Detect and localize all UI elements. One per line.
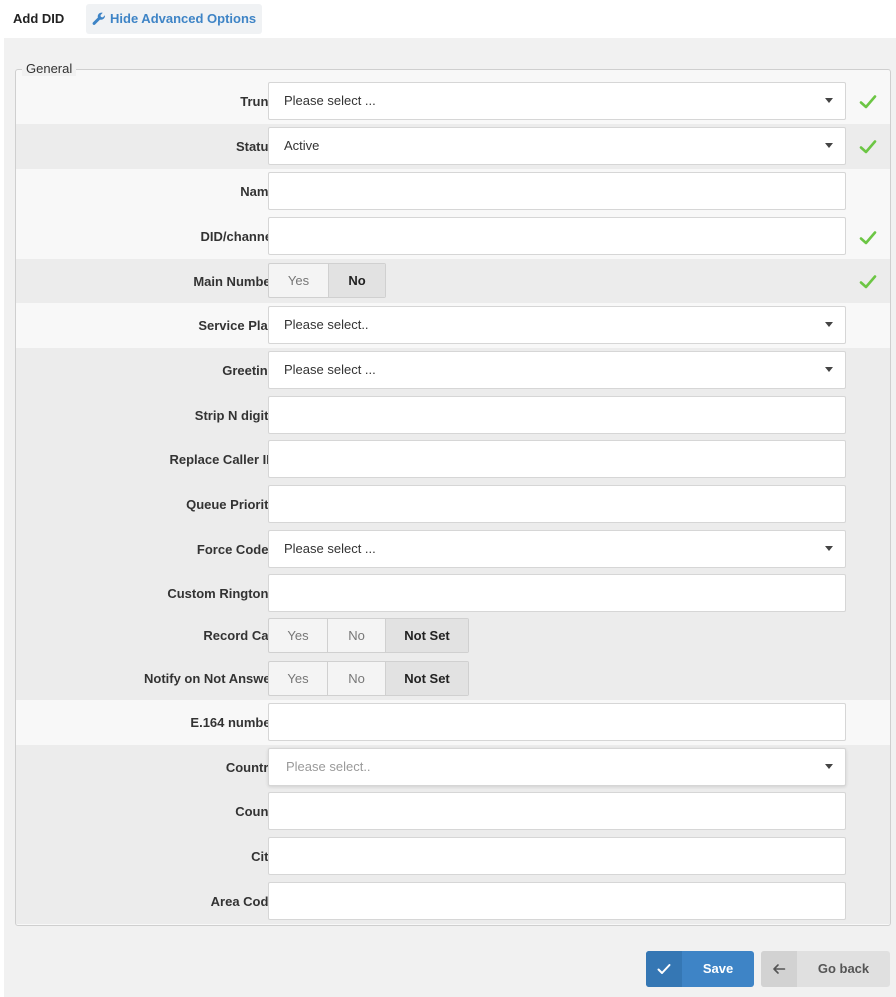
notify-not-answer-no[interactable]: No [328, 662, 386, 695]
notify-not-answer-label: Notify on Not Answer: [143, 671, 280, 686]
record-call-toggle: Yes No Not Set [268, 618, 469, 653]
hide-advanced-options-label: Hide Advanced Options [110, 11, 257, 26]
service-plan-select[interactable]: Please select.. [268, 306, 846, 344]
custom-ringtone-row: Custom Ringtone: [16, 571, 890, 616]
county-row: County [16, 789, 890, 834]
hide-advanced-options-link[interactable]: Hide Advanced Options [86, 4, 263, 34]
e164-number-input[interactable] [268, 703, 846, 741]
replace-caller-id-row: Replace Caller ID: [16, 437, 890, 482]
e164-number-row: E.164 number: [16, 700, 890, 745]
force-codec-select[interactable]: Please select ... [268, 530, 846, 568]
notify-not-answer-toggle: Yes No Not Set [268, 661, 469, 696]
main-number-toggle: Yes No [268, 263, 386, 298]
strip-n-digits-row: Strip N digits: [16, 393, 890, 438]
main-number-label: Main Number: [193, 274, 280, 289]
go-back-button[interactable]: Go back [761, 951, 890, 987]
record-call-yes[interactable]: Yes [269, 619, 328, 652]
strip-n-digits-input[interactable] [268, 396, 846, 434]
chevron-down-icon [825, 98, 833, 103]
e164-number-label: E.164 number: [190, 715, 280, 730]
check-icon [859, 275, 877, 289]
check-icon [859, 95, 877, 109]
service-plan-row: Service Plan: Please select.. [16, 303, 890, 348]
queue-priority-label: Queue Priority: [186, 497, 280, 512]
area-code-row: Area Code: [16, 879, 890, 924]
city-row: City: [16, 834, 890, 879]
notify-not-answer-row: Notify on Not Answer: Yes No Not Set [16, 657, 890, 700]
record-call-no[interactable]: No [328, 619, 386, 652]
chevron-down-icon [825, 764, 833, 769]
replace-caller-id-input[interactable] [268, 440, 846, 478]
custom-ringtone-label: Custom Ringtone: [167, 586, 280, 601]
city-input[interactable] [268, 837, 846, 875]
notify-not-answer-not-set[interactable]: Not Set [386, 662, 468, 695]
record-call-not-set[interactable]: Not Set [386, 619, 468, 652]
check-icon [859, 140, 877, 154]
check-icon [646, 951, 682, 987]
general-legend: General [22, 62, 77, 76]
go-back-button-label: Go back [817, 961, 870, 976]
main-number-row: Main Number: Yes No [16, 259, 890, 304]
chevron-down-icon [825, 546, 833, 551]
arrow-left-icon [761, 951, 797, 987]
custom-ringtone-input[interactable] [268, 574, 846, 612]
trunk-value: Please select ... [284, 93, 376, 108]
main-number-yes[interactable]: Yes [269, 264, 329, 297]
greeting-value: Please select ... [284, 362, 376, 377]
save-button[interactable]: Save [646, 951, 754, 987]
queue-priority-row: Queue Priority: [16, 482, 890, 527]
did-channel-row: DID/channel: [16, 214, 890, 259]
service-plan-value: Please select.. [284, 317, 369, 332]
wrench-icon [92, 12, 106, 26]
county-input[interactable] [268, 792, 846, 830]
status-row: Status: Active [16, 124, 890, 169]
replace-caller-id-label: Replace Caller ID: [169, 452, 280, 467]
country-row: Country: Please select.. [16, 745, 890, 790]
status-value: Active [284, 138, 320, 153]
trunk-row: Trunk: Please select ... [16, 79, 890, 124]
trunk-select[interactable]: Please select ... [268, 82, 846, 120]
record-call-row: Record Call: Yes No Not Set [16, 614, 890, 657]
name-row: Name: [16, 169, 890, 214]
chevron-down-icon [825, 322, 833, 327]
queue-priority-input[interactable] [268, 485, 846, 523]
notify-not-answer-yes[interactable]: Yes [269, 662, 328, 695]
save-button-label: Save [702, 961, 734, 976]
force-codec-value: Please select ... [284, 541, 376, 556]
greeting-select[interactable]: Please select ... [268, 351, 846, 389]
main-number-no[interactable]: No [329, 264, 385, 297]
check-icon [859, 231, 877, 245]
country-placeholder: Please select.. [286, 759, 371, 774]
greeting-row: Greeting: Please select ... [16, 348, 890, 393]
country-select[interactable]: Please select.. [268, 748, 846, 786]
chevron-down-icon [825, 367, 833, 372]
status-select[interactable]: Active [268, 127, 846, 165]
tab-add-did[interactable]: Add DID [4, 4, 73, 34]
force-codec-row: Force Codec: Please select ... [16, 527, 890, 572]
tab-bar: Add DID Hide Advanced Options [0, 0, 896, 38]
name-input[interactable] [268, 172, 846, 210]
area-code-input[interactable] [268, 882, 846, 920]
did-channel-input[interactable] [268, 217, 846, 255]
chevron-down-icon [825, 143, 833, 148]
